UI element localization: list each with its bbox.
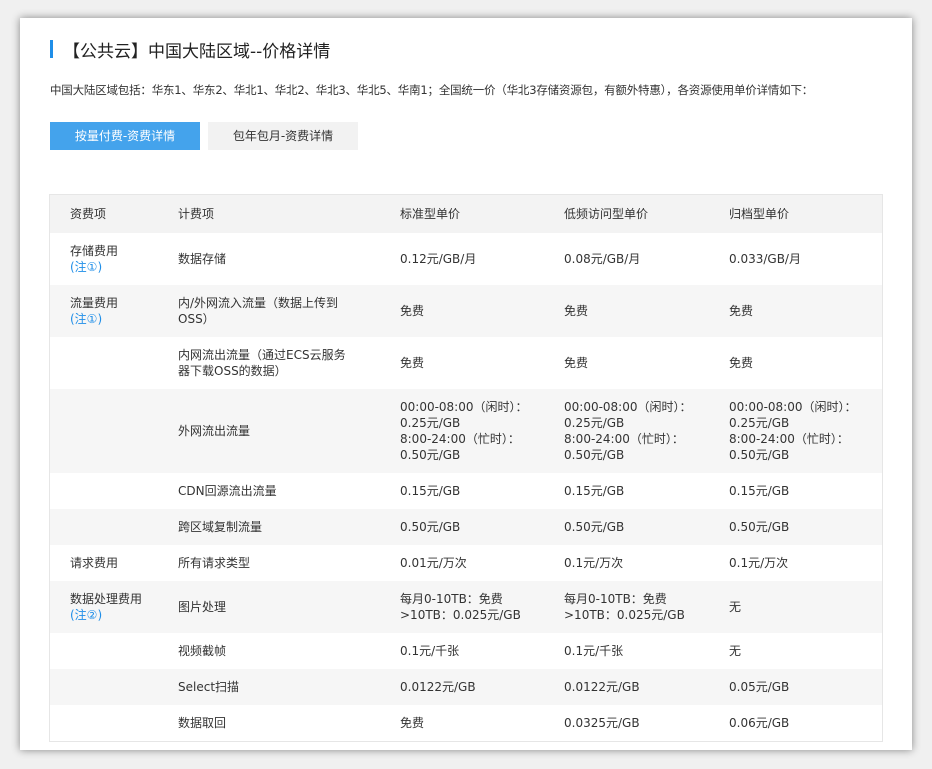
header-fee-category: 资费项: [70, 207, 107, 221]
title-row: 【公共云】中国大陆区域--价格详情: [50, 39, 331, 62]
archive-price: 免费: [729, 304, 754, 318]
billing-item: Select扫描: [178, 680, 240, 694]
archive-price: 0.05元/GB: [729, 680, 790, 694]
standard-price: 0.15元/GB: [400, 484, 461, 498]
ia-price: 0.1元/万次: [564, 556, 624, 570]
header-ia-price: 低频访问型单价: [564, 207, 649, 221]
note-link[interactable]: (注②): [70, 608, 102, 622]
fee-category: 流量费用: [70, 296, 119, 310]
fee-category: [50, 705, 170, 741]
billing-item: 内/外网流入流量（数据上传到OSS）: [178, 296, 339, 326]
billing-item: 外网流出流量: [178, 424, 251, 438]
fee-category-cell: 流量费用 (注①): [50, 285, 170, 337]
archive-price: 00:00-08:00（闲时）：0.25元/GB 8:00-24:00（忙时）：…: [729, 400, 857, 462]
table-row: 数据处理费用 (注②) 图片处理 每月0-10TB：免费 >10TB：0.025元…: [50, 581, 882, 633]
archive-price: 0.15元/GB: [729, 484, 790, 498]
ia-price: 0.0325元/GB: [564, 716, 640, 730]
fee-category-cell: 存储费用 (注①): [50, 233, 170, 285]
tab-pay-as-you-go[interactable]: 按量付费-资费详情: [50, 122, 200, 150]
price-table: 资费项 计费项 标准型单价 低频访问型单价 归档型单价 存储费用 (注①) 数据存…: [49, 194, 883, 742]
pricing-card: 【公共云】中国大陆区域--价格详情 中国大陆区域包括：华东1、华东2、华北1、华…: [20, 18, 912, 750]
archive-price: 0.06元/GB: [729, 716, 790, 730]
page-title: 【公共云】中国大陆区域--价格详情: [63, 41, 331, 62]
standard-price: 0.1元/千张: [400, 644, 460, 658]
ia-price: 免费: [564, 304, 589, 318]
billing-item: CDN回源流出流量: [178, 484, 277, 498]
fee-category: [50, 509, 170, 545]
standard-price: 0.50元/GB: [400, 520, 461, 534]
archive-price: 免费: [729, 356, 754, 370]
billing-item: 所有请求类型: [178, 556, 251, 570]
fee-category: 数据处理费用: [70, 592, 143, 606]
table-row: Select扫描 0.0122元/GB 0.0122元/GB 0.05元/GB: [50, 669, 882, 705]
header-standard-price: 标准型单价: [400, 207, 461, 221]
table-row: 外网流出流量 00:00-08:00（闲时）：0.25元/GB 8:00-24:…: [50, 389, 882, 473]
standard-price: 每月0-10TB：免费 >10TB：0.025元/GB: [400, 592, 521, 622]
ia-price: 0.15元/GB: [564, 484, 625, 498]
fee-category: [50, 633, 170, 669]
fee-category: [50, 669, 170, 705]
table-row: 内网流出流量（通过ECS云服务器下载OSS的数据） 免费 免费 免费: [50, 337, 882, 389]
region-description: 中国大陆区域包括：华东1、华东2、华北1、华北2、华北3、华北5、华南1；全国统…: [50, 83, 814, 97]
table-row: 存储费用 (注①) 数据存储 0.12元/GB/月 0.08元/GB/月 0.03…: [50, 233, 882, 285]
billing-item: 跨区域复制流量: [178, 520, 263, 534]
fee-category: [50, 473, 170, 509]
billing-item: 图片处理: [178, 600, 227, 614]
fee-category-cell: 数据处理费用 (注②): [50, 581, 170, 633]
note-link[interactable]: (注①): [70, 260, 102, 274]
header-billing-item: 计费项: [178, 207, 215, 221]
table-header-row: 资费项 计费项 标准型单价 低频访问型单价 归档型单价: [50, 195, 882, 233]
ia-price: 每月0-10TB：免费 >10TB：0.025元/GB: [564, 592, 685, 622]
tabs: 按量付费-资费详情 包年包月-资费详情: [50, 122, 358, 150]
table-row: 请求费用 所有请求类型 0.01元/万次 0.1元/万次 0.1元/万次: [50, 545, 882, 581]
ia-price: 0.08元/GB/月: [564, 252, 641, 266]
table-row: 跨区域复制流量 0.50元/GB 0.50元/GB 0.50元/GB: [50, 509, 882, 545]
archive-price: 0.1元/万次: [729, 556, 789, 570]
standard-price: 0.12元/GB/月: [400, 252, 477, 266]
fee-category: [50, 337, 170, 389]
table-row: CDN回源流出流量 0.15元/GB 0.15元/GB 0.15元/GB: [50, 473, 882, 509]
table-row: 视频截帧 0.1元/千张 0.1元/千张 无: [50, 633, 882, 669]
fee-category: [50, 389, 170, 473]
ia-price: 00:00-08:00（闲时）：0.25元/GB 8:00-24:00（忙时）：…: [564, 400, 692, 462]
header-archive-price: 归档型单价: [729, 207, 790, 221]
standard-price: 0.0122元/GB: [400, 680, 476, 694]
tab-subscription[interactable]: 包年包月-资费详情: [208, 122, 358, 150]
archive-price: 0.50元/GB: [729, 520, 790, 534]
title-accent-bar: [50, 40, 53, 58]
table-row: 数据取回 免费 0.0325元/GB 0.06元/GB: [50, 705, 882, 741]
ia-price: 0.0122元/GB: [564, 680, 640, 694]
fee-category: 请求费用: [70, 556, 119, 570]
billing-item: 内网流出流量（通过ECS云服务器下载OSS的数据）: [178, 348, 346, 378]
ia-price: 0.50元/GB: [564, 520, 625, 534]
standard-price: 00:00-08:00（闲时）：0.25元/GB 8:00-24:00（忙时）：…: [400, 400, 528, 462]
billing-item: 数据存储: [178, 252, 227, 266]
billing-item: 视频截帧: [178, 644, 227, 658]
fee-category: 存储费用: [70, 244, 119, 258]
archive-price: 无: [729, 644, 742, 658]
standard-price: 免费: [400, 716, 425, 730]
ia-price: 0.1元/千张: [564, 644, 624, 658]
standard-price: 免费: [400, 356, 425, 370]
note-link[interactable]: (注①): [70, 312, 102, 326]
table-row: 流量费用 (注①) 内/外网流入流量（数据上传到OSS） 免费 免费 免费: [50, 285, 882, 337]
billing-item: 数据取回: [178, 716, 227, 730]
standard-price: 0.01元/万次: [400, 556, 467, 570]
archive-price: 0.033/GB/月: [729, 252, 801, 266]
ia-price: 免费: [564, 356, 589, 370]
standard-price: 免费: [400, 304, 425, 318]
archive-price: 无: [729, 600, 742, 614]
